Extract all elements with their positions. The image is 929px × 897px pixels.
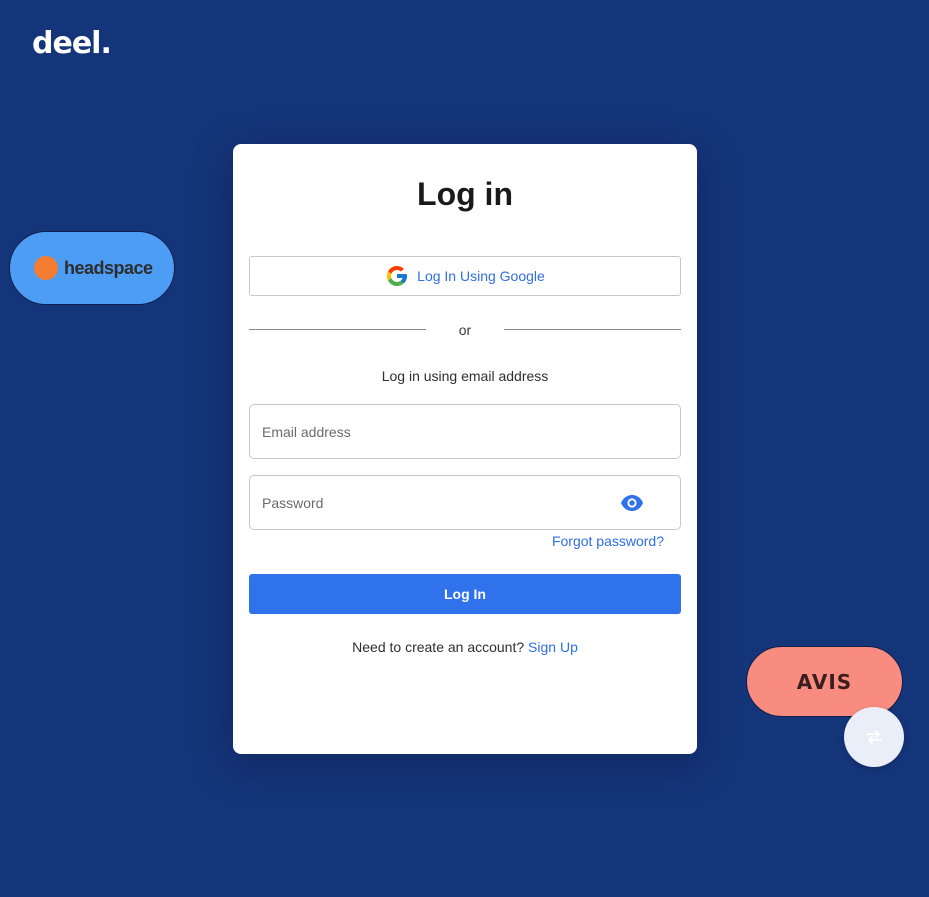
signup-row: Need to create an account? Sign Up <box>233 639 697 655</box>
avis-logo-text: AVIS <box>796 669 853 694</box>
eye-icon[interactable] <box>620 492 644 514</box>
divider-or-text: or <box>458 322 472 338</box>
floating-action-button[interactable] <box>844 707 904 767</box>
login-card: Log in Log In Using Google or Log in usi… <box>233 144 697 754</box>
avis-logo-pill: AVIS <box>746 646 903 717</box>
swap-arrows-icon <box>866 730 882 744</box>
forgot-password-link[interactable]: Forgot password? <box>552 533 664 549</box>
email-login-caption: Log in using email address <box>381 368 549 384</box>
google-g-icon <box>385 264 409 288</box>
or-divider: or <box>249 322 681 340</box>
signup-link[interactable]: Sign Up <box>528 639 578 655</box>
page-title: Log in <box>417 176 513 212</box>
headspace-logo-pill: headspace <box>9 231 175 305</box>
google-login-label: Log In Using Google <box>417 268 545 284</box>
google-login-button[interactable]: Log In Using Google <box>249 256 681 296</box>
password-field[interactable] <box>250 476 580 529</box>
headspace-logo-text: headspace <box>64 257 153 278</box>
deel-logo[interactable]: deel. <box>32 26 112 61</box>
login-submit-button[interactable]: Log In <box>249 574 681 614</box>
divider-line-right <box>504 329 681 330</box>
headspace-dot-icon <box>34 256 58 280</box>
signup-prompt: Need to create an account? <box>352 639 525 655</box>
password-field-container <box>249 475 681 530</box>
email-field[interactable] <box>250 405 580 458</box>
email-field-container <box>249 404 681 459</box>
